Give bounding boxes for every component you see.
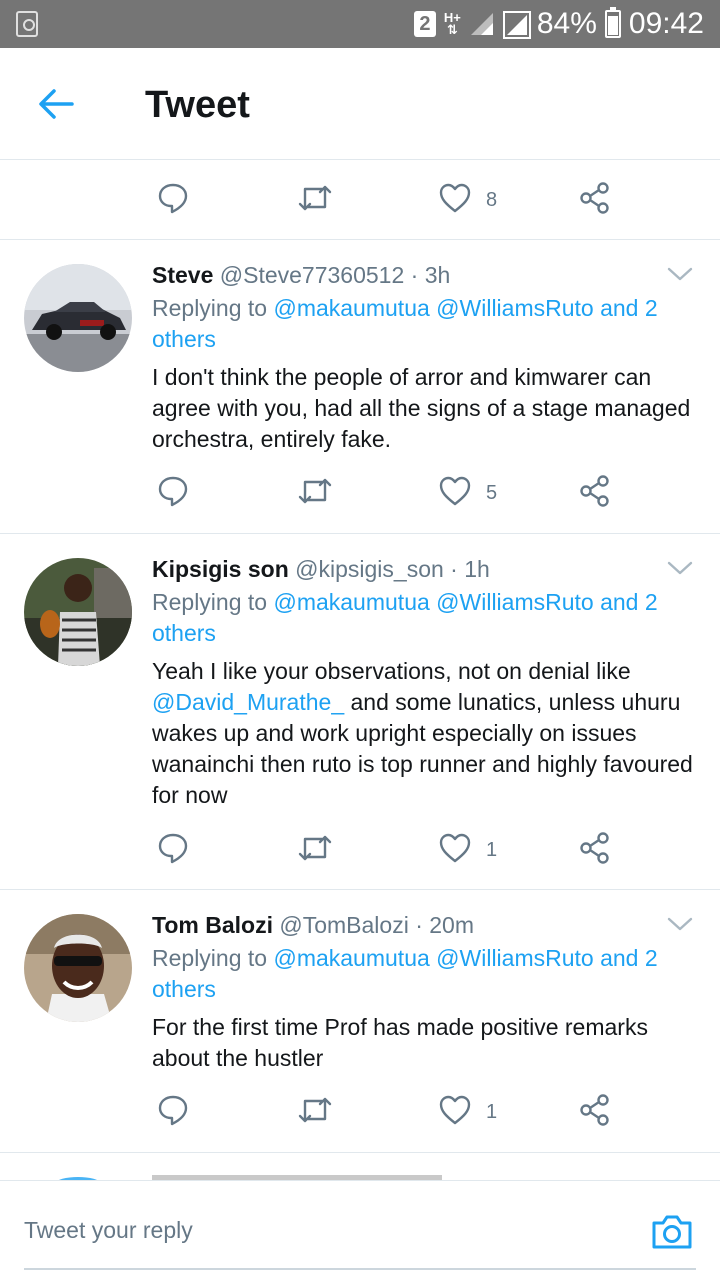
tweet-actions: 8 bbox=[152, 180, 632, 220]
tweet-item[interactable]: Tom Balozi @TomBalozi · 20m Replying to … bbox=[0, 890, 720, 1152]
tweet-time: · 3h bbox=[410, 262, 451, 288]
like-button[interactable]: 8 bbox=[438, 180, 497, 220]
like-button[interactable]: 5 bbox=[438, 473, 497, 513]
tweet-header: Tom Balozi @TomBalozi · 20m bbox=[152, 912, 474, 939]
retweet-icon bbox=[296, 474, 334, 513]
reply-icon bbox=[156, 831, 190, 870]
camera-icon[interactable] bbox=[650, 1213, 694, 1251]
avatar[interactable] bbox=[24, 264, 132, 372]
tweet-mention-link[interactable]: @David_Murathe_ bbox=[152, 689, 344, 715]
share-icon bbox=[578, 474, 612, 513]
chevron-down-icon[interactable] bbox=[666, 264, 694, 284]
user-handle[interactable]: @TomBalozi bbox=[279, 912, 408, 938]
heart-icon bbox=[438, 475, 472, 512]
share-button[interactable] bbox=[578, 180, 612, 220]
replying-prefix: Replying to bbox=[152, 295, 268, 321]
clock-time: 09:42 bbox=[628, 7, 704, 40]
share-button[interactable] bbox=[578, 1092, 612, 1132]
reply-button[interactable] bbox=[156, 830, 190, 870]
sim-slot-badge: 2 bbox=[413, 11, 436, 37]
chevron-down-icon[interactable] bbox=[666, 558, 694, 578]
tweet-item[interactable]: Kipsigis son @kipsigis_son · 1h Replying… bbox=[0, 534, 720, 889]
like-count: 8 bbox=[486, 188, 498, 211]
heart-icon bbox=[438, 1094, 472, 1131]
battery-percent: 84% bbox=[536, 7, 597, 40]
share-button[interactable] bbox=[578, 473, 612, 513]
tweet-header: Kipsigis son @kipsigis_son · 1h bbox=[152, 556, 490, 583]
chevron-down-icon[interactable] bbox=[666, 914, 694, 934]
recycle-icon bbox=[16, 11, 38, 37]
like-button[interactable]: 1 bbox=[438, 1092, 497, 1132]
tweet-time: · 20m bbox=[415, 912, 474, 938]
reply-button[interactable] bbox=[156, 1092, 190, 1132]
tweet-actions: 1 bbox=[152, 1092, 632, 1132]
reply-button[interactable] bbox=[156, 473, 190, 513]
replying-prefix: Replying to bbox=[152, 945, 268, 971]
reply-input-underline bbox=[24, 1268, 696, 1270]
share-icon bbox=[578, 831, 612, 870]
avatar[interactable] bbox=[24, 914, 132, 1022]
tweet-text: For the first time Prof has made positiv… bbox=[152, 1014, 648, 1071]
reply-composer[interactable]: Tweet your reply bbox=[0, 1180, 720, 1280]
retweet-button[interactable] bbox=[296, 830, 334, 870]
like-count: 5 bbox=[486, 481, 498, 504]
heart-icon bbox=[438, 182, 472, 219]
reply-icon bbox=[156, 1093, 190, 1132]
retweet-button[interactable] bbox=[296, 473, 334, 513]
share-button[interactable] bbox=[578, 830, 612, 870]
avatar[interactable] bbox=[24, 558, 132, 666]
divider bbox=[0, 1152, 720, 1153]
signal-icon bbox=[469, 11, 495, 37]
tweet-actions: 1 bbox=[152, 830, 632, 870]
retweet-button[interactable] bbox=[296, 180, 334, 220]
tweet-item[interactable]: Steve @Steve77360512 · 3h Replying to @m… bbox=[0, 240, 720, 533]
next-tweet-peek bbox=[0, 1155, 720, 1180]
tweet-time: · 1h bbox=[450, 556, 490, 582]
page-title: Tweet bbox=[145, 84, 250, 126]
replying-to: Replying to @makaumutua @WilliamsRuto an… bbox=[152, 943, 692, 1005]
like-count: 1 bbox=[486, 838, 498, 861]
heart-icon bbox=[438, 832, 472, 869]
retweet-icon bbox=[296, 831, 334, 870]
tweet-text-part: Yeah I like your observations, not on de… bbox=[152, 658, 631, 684]
replying-prefix: Replying to bbox=[152, 589, 268, 615]
battery-icon bbox=[604, 7, 621, 38]
user-handle[interactable]: @Steve77360512 bbox=[220, 262, 405, 288]
replying-to: Replying to @makaumutua @WilliamsRuto an… bbox=[152, 587, 692, 649]
share-icon bbox=[578, 1093, 612, 1132]
retweet-icon bbox=[296, 181, 334, 220]
status-indicators: 2 H+ ⇅ 84% 09:42 bbox=[413, 0, 704, 48]
display-name[interactable]: Tom Balozi bbox=[152, 912, 273, 938]
display-name[interactable]: Kipsigis son bbox=[152, 556, 289, 582]
retweet-button[interactable] bbox=[296, 1092, 334, 1132]
tweet-header: Steve @Steve77360512 · 3h bbox=[152, 262, 450, 289]
signal-strength-icon bbox=[502, 11, 531, 39]
user-handle[interactable]: @kipsigis_son bbox=[295, 556, 444, 582]
tweet-actions: 5 bbox=[152, 473, 632, 513]
status-bar: 2 H+ ⇅ 84% 09:42 bbox=[0, 0, 720, 48]
like-button[interactable]: 1 bbox=[438, 830, 497, 870]
retweet-icon bbox=[296, 1093, 334, 1132]
display-name[interactable]: Steve bbox=[152, 262, 213, 288]
share-icon bbox=[578, 181, 612, 220]
reply-input[interactable]: Tweet your reply bbox=[24, 1217, 193, 1244]
reply-button[interactable] bbox=[156, 180, 190, 220]
reply-icon bbox=[156, 474, 190, 513]
arrow-left-icon[interactable] bbox=[36, 84, 76, 124]
network-type-label: H+ ⇅ bbox=[443, 10, 461, 37]
replying-to: Replying to @makaumutua @WilliamsRuto an… bbox=[152, 293, 692, 355]
app-header: Tweet bbox=[0, 48, 720, 160]
tweet-text: I don't think the people of arror and ki… bbox=[152, 364, 691, 452]
tweet-text: Yeah I like your observations, not on de… bbox=[152, 656, 700, 811]
reply-icon bbox=[156, 181, 190, 220]
like-count: 1 bbox=[486, 1100, 498, 1123]
